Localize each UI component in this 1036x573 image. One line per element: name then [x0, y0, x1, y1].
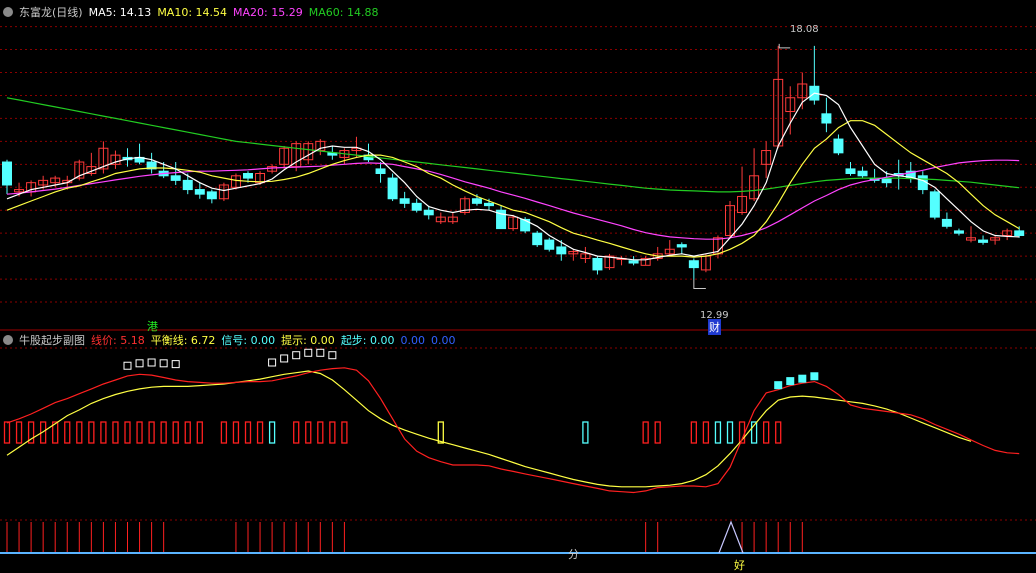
candle-body — [520, 218, 531, 232]
square-marker — [268, 358, 277, 367]
signal-bar — [256, 421, 264, 444]
balance-line — [6, 370, 972, 488]
candle-body — [206, 191, 217, 200]
signal-bar — [88, 421, 95, 444]
signal-bar — [184, 421, 191, 444]
ma10-line — [6, 120, 1020, 258]
candle-body — [592, 257, 603, 271]
square-marker — [123, 361, 132, 370]
signal-bar — [329, 421, 336, 444]
square-marker — [316, 348, 325, 357]
signal-bar — [714, 421, 722, 444]
signal-bar — [437, 421, 444, 444]
candle-body — [2, 161, 12, 186]
square-marker — [774, 381, 783, 390]
signal-bar — [268, 421, 276, 444]
signal-bar — [702, 421, 710, 444]
signal-bar — [293, 421, 300, 444]
square-marker — [292, 351, 301, 360]
candle-body — [845, 168, 856, 174]
square-marker — [798, 374, 807, 383]
signal-bar — [654, 421, 661, 444]
candle-body — [556, 246, 567, 255]
candle-body — [387, 177, 398, 200]
square-marker — [171, 360, 180, 369]
candle-body — [881, 177, 892, 184]
square-marker — [280, 354, 289, 363]
square-marker — [328, 351, 337, 360]
candle-body — [532, 232, 543, 246]
square-marker — [786, 377, 795, 386]
candle-body — [399, 198, 410, 204]
signal-bar — [172, 421, 179, 444]
candle-body — [929, 191, 940, 218]
square-marker — [147, 358, 156, 367]
candle-body — [857, 170, 868, 177]
signal-bar — [124, 421, 131, 444]
square-marker — [159, 359, 168, 368]
candle-body — [1014, 230, 1025, 236]
candle-body — [182, 179, 193, 191]
signal-bar — [76, 421, 83, 444]
signal-bar — [244, 421, 252, 444]
signal-bar — [582, 421, 589, 444]
buy-triangle — [718, 520, 744, 554]
candle-body — [978, 239, 989, 243]
signal-bar — [775, 421, 782, 444]
candle-body — [544, 239, 555, 250]
signal-bar — [232, 421, 240, 444]
signal-bar — [148, 421, 155, 444]
signal-bar — [341, 421, 348, 444]
candle-body — [953, 230, 964, 234]
ma5-line — [6, 92, 1020, 261]
candle-body — [243, 173, 253, 179]
candle-body — [411, 202, 422, 211]
low-marker-arrow — [693, 279, 706, 290]
signal-bar — [726, 421, 734, 444]
signal-bar — [763, 421, 770, 444]
candle-body — [484, 202, 494, 207]
signal-bar — [317, 421, 324, 444]
candle-body — [688, 260, 699, 269]
signal-bar — [196, 421, 203, 444]
candle-body — [375, 168, 386, 174]
candle-body — [194, 189, 205, 195]
signal-bar — [100, 421, 107, 444]
candle-body — [821, 113, 832, 124]
signal-bar — [305, 421, 312, 444]
candle-body — [833, 138, 844, 154]
hao-mark[interactable]: 好 — [734, 557, 745, 573]
candle-body — [628, 260, 639, 264]
square-marker — [810, 372, 819, 381]
signal-bar — [64, 421, 71, 444]
signal-bar — [136, 421, 143, 444]
signal-bar — [690, 421, 697, 444]
high-price-label: 18.08 — [790, 24, 819, 35]
signal-bar — [15, 421, 23, 444]
ma60-line — [6, 97, 1020, 193]
square-marker — [304, 348, 313, 357]
candle-body — [170, 175, 181, 181]
candle-body — [941, 218, 952, 227]
finance-mark[interactable]: 财 — [708, 319, 721, 335]
fen-mark[interactable]: 分 — [568, 546, 579, 562]
hk-connect-mark[interactable]: 港 — [147, 318, 158, 334]
candle-body — [471, 198, 482, 204]
signal-bar — [160, 421, 167, 444]
candle-body — [676, 244, 687, 248]
high-marker-arrow — [778, 43, 791, 49]
signal-bar — [220, 421, 228, 444]
chart-canvas[interactable] — [0, 0, 1036, 568]
signal-bar — [3, 421, 11, 444]
square-marker — [135, 359, 144, 368]
signal-bar — [112, 421, 119, 444]
candle-body — [423, 209, 434, 216]
signal-bar — [642, 421, 649, 444]
